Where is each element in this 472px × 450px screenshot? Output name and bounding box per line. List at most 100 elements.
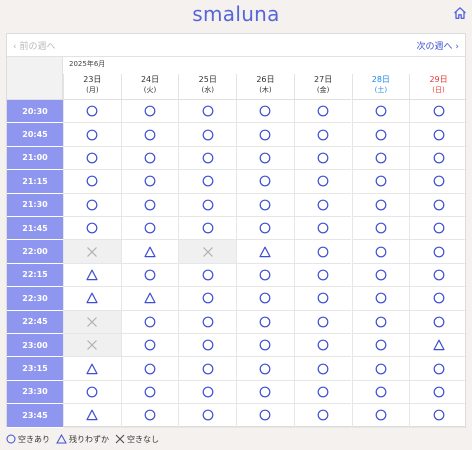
slot-available[interactable]	[351, 170, 410, 194]
home-icon[interactable]	[453, 6, 467, 20]
day-header: 26日 (木)	[236, 74, 294, 100]
slot-available[interactable]	[63, 123, 121, 147]
slot-available[interactable]	[351, 146, 410, 171]
slot-available[interactable]	[293, 380, 352, 405]
slot-available[interactable]	[409, 170, 467, 194]
slot-available[interactable]	[409, 240, 467, 264]
slot-available[interactable]	[293, 123, 352, 147]
slot-available[interactable]	[63, 193, 121, 217]
slot-available[interactable]	[351, 123, 410, 147]
slot-available[interactable]	[63, 380, 121, 405]
slot-available[interactable]	[293, 170, 352, 194]
circle-icon	[144, 129, 156, 140]
slot-few[interactable]	[409, 334, 467, 358]
slot-available[interactable]	[409, 217, 467, 241]
next-week-link[interactable]: 次の週へ ›	[417, 39, 459, 52]
slot-available[interactable]	[351, 240, 410, 264]
slot-available[interactable]	[236, 146, 294, 171]
slot-available[interactable]	[293, 193, 352, 217]
slot-available[interactable]	[63, 170, 121, 194]
slot-available[interactable]	[409, 310, 467, 334]
slot-few[interactable]	[120, 240, 179, 264]
slot-available[interactable]	[293, 357, 352, 381]
slot-available[interactable]	[351, 404, 410, 428]
slot-available[interactable]	[236, 334, 294, 358]
slot-available[interactable]	[351, 310, 410, 334]
slot-available[interactable]	[293, 100, 352, 124]
slot-available[interactable]	[120, 263, 179, 288]
slot-available[interactable]	[236, 380, 294, 405]
slot-available[interactable]	[236, 217, 294, 241]
slot-few[interactable]	[63, 287, 121, 311]
slot-available[interactable]	[293, 240, 352, 264]
slot-available[interactable]	[120, 170, 179, 194]
slot-available[interactable]	[178, 100, 237, 124]
slot-available[interactable]	[351, 100, 410, 124]
slot-available[interactable]	[120, 310, 179, 334]
slot-available[interactable]	[409, 100, 467, 124]
slot-available[interactable]	[409, 357, 467, 381]
slot-available[interactable]	[120, 380, 179, 405]
slot-available[interactable]	[351, 217, 410, 241]
app-header: smaluna	[0, 0, 472, 30]
slot-available[interactable]	[178, 193, 237, 217]
slot-available[interactable]	[293, 146, 352, 171]
slot-available[interactable]	[63, 217, 121, 241]
slot-available[interactable]	[178, 334, 237, 358]
slot-available[interactable]	[236, 263, 294, 288]
slot-available[interactable]	[236, 287, 294, 311]
grid-corner	[7, 57, 63, 100]
slot-available[interactable]	[120, 123, 179, 147]
slot-available[interactable]	[178, 404, 237, 428]
slot-available[interactable]	[409, 287, 467, 311]
slot-available[interactable]	[236, 123, 294, 147]
slot-available[interactable]	[236, 404, 294, 428]
slot-available[interactable]	[120, 193, 179, 217]
slot-available[interactable]	[178, 310, 237, 334]
slot-available[interactable]	[178, 263, 237, 288]
slot-available[interactable]	[120, 146, 179, 171]
slot-available[interactable]	[120, 357, 179, 381]
slot-available[interactable]	[178, 170, 237, 194]
slot-available[interactable]	[409, 193, 467, 217]
slot-available[interactable]	[236, 310, 294, 334]
slot-available[interactable]	[178, 357, 237, 381]
slot-few[interactable]	[63, 357, 121, 381]
slot-available[interactable]	[236, 357, 294, 381]
slot-available[interactable]	[351, 380, 410, 405]
slot-available[interactable]	[120, 334, 179, 358]
slot-available[interactable]	[120, 100, 179, 124]
slot-available[interactable]	[293, 287, 352, 311]
slot-available[interactable]	[178, 146, 237, 171]
slot-available[interactable]	[351, 193, 410, 217]
slot-few[interactable]	[63, 404, 121, 428]
slot-available[interactable]	[120, 217, 179, 241]
slot-available[interactable]	[409, 263, 467, 288]
slot-available[interactable]	[63, 100, 121, 124]
slot-available[interactable]	[351, 263, 410, 288]
slot-available[interactable]	[178, 217, 237, 241]
slot-available[interactable]	[236, 193, 294, 217]
slot-available[interactable]	[178, 123, 237, 147]
slot-few[interactable]	[120, 287, 179, 311]
slot-few[interactable]	[236, 240, 294, 264]
slot-available[interactable]	[293, 310, 352, 334]
slot-available[interactable]	[409, 380, 467, 405]
slot-available[interactable]	[351, 287, 410, 311]
slot-available[interactable]	[293, 263, 352, 288]
slot-available[interactable]	[409, 123, 467, 147]
slot-available[interactable]	[351, 357, 410, 381]
slot-available[interactable]	[236, 100, 294, 124]
slot-available[interactable]	[178, 287, 237, 311]
slot-available[interactable]	[409, 404, 467, 428]
slot-few[interactable]	[63, 263, 121, 288]
slot-available[interactable]	[120, 404, 179, 428]
slot-available[interactable]	[178, 380, 237, 405]
slot-available[interactable]	[293, 404, 352, 428]
slot-available[interactable]	[236, 170, 294, 194]
slot-available[interactable]	[351, 334, 410, 358]
slot-available[interactable]	[293, 334, 352, 358]
slot-available[interactable]	[63, 146, 121, 171]
slot-available[interactable]	[409, 146, 467, 171]
slot-available[interactable]	[293, 217, 352, 241]
